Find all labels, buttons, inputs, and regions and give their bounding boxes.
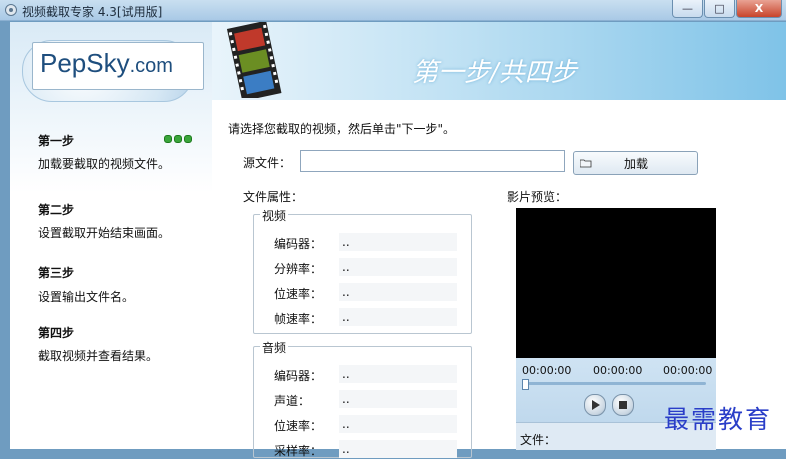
preview-label: 影片预览： bbox=[507, 190, 568, 204]
time-current: 00:00:00 bbox=[593, 364, 643, 377]
instruction-text: 请选择您截取的视频，然后单击"下一步"。 bbox=[228, 122, 456, 136]
app-icon bbox=[5, 4, 17, 16]
video-bitrate-label: 位速率： bbox=[274, 287, 323, 301]
step-2-desc: 设置截取开始结束画面。 bbox=[38, 226, 171, 240]
step-2-title: 第二步 bbox=[38, 203, 75, 217]
logo-text: PepSky.com bbox=[40, 48, 173, 78]
video-group-title: 视频 bbox=[260, 207, 289, 224]
audio-bitrate-value: .. bbox=[339, 415, 457, 433]
load-button[interactable]: 加载 bbox=[573, 151, 698, 175]
main-panel: 请选择您截取的视频，然后单击"下一步"。 源文件： 加载 文件属性： 视频 编码… bbox=[212, 100, 786, 458]
stop-icon bbox=[619, 401, 627, 409]
video-preview bbox=[516, 208, 716, 358]
step-progress-title: 第一步/共四步 bbox=[412, 58, 577, 88]
time-end: 00:00:00 bbox=[663, 364, 713, 377]
stop-button[interactable] bbox=[612, 394, 634, 416]
source-file-label: 源文件： bbox=[243, 156, 292, 170]
audio-bitrate-label: 位速率： bbox=[274, 419, 323, 433]
source-file-input[interactable] bbox=[300, 150, 565, 172]
active-step-indicator bbox=[164, 135, 192, 143]
seek-bar[interactable] bbox=[522, 379, 706, 390]
audio-samplerate-value: .. bbox=[339, 440, 457, 458]
watermark: 最需教育 bbox=[664, 405, 773, 434]
step-4-desc: 截取视频并查看结果。 bbox=[38, 349, 159, 363]
sidebar: PepSky.com 第一步 加载要截取的视频文件。 第二步 设置截取开始结束画… bbox=[10, 22, 213, 449]
close-button[interactable]: X bbox=[736, 0, 782, 18]
audio-channels-value: .. bbox=[339, 390, 457, 408]
video-group: 视频 编码器： .. 分辨率： .. 位速率： .. 帧速率： .. bbox=[253, 207, 472, 334]
client-area: PepSky.com 第一步 加载要截取的视频文件。 第二步 设置截取开始结束画… bbox=[10, 22, 786, 458]
audio-group-title: 音频 bbox=[260, 339, 289, 356]
audio-channels-label: 声道： bbox=[274, 394, 311, 408]
step-1-title: 第一步 bbox=[38, 134, 75, 148]
minimize-button[interactable]: — bbox=[672, 0, 703, 18]
audio-codec-label: 编码器： bbox=[274, 369, 323, 383]
filmstrip-icon bbox=[226, 22, 282, 98]
play-icon bbox=[591, 400, 600, 410]
wizard-header: 第一步/共四步 bbox=[212, 22, 786, 100]
seek-thumb[interactable] bbox=[522, 379, 529, 390]
step-4-title: 第四步 bbox=[38, 326, 75, 340]
video-bitrate-value: .. bbox=[339, 283, 457, 301]
audio-group: 音频 编码器： .. 声道： .. 位速率： .. 采样率： .. bbox=[253, 339, 472, 458]
load-button-label: 加载 bbox=[624, 156, 649, 171]
video-framerate-value: .. bbox=[339, 308, 457, 326]
window-title: 视频截取专家 4.3[试用版] bbox=[22, 5, 163, 19]
video-codec-label: 编码器： bbox=[274, 237, 323, 251]
video-framerate-label: 帧速率： bbox=[274, 312, 323, 326]
play-button[interactable] bbox=[584, 394, 606, 416]
app-window: 视频截取专家 4.3[试用版] — □ X PepSky.com 第一步 加载要… bbox=[0, 0, 786, 458]
step-3-desc: 设置输出文件名。 bbox=[38, 290, 135, 304]
step-3-title: 第三步 bbox=[38, 266, 75, 280]
window-controls: — □ X bbox=[672, 0, 782, 18]
folder-icon bbox=[580, 159, 592, 167]
title-bar[interactable]: 视频截取专家 4.3[试用版] — □ X bbox=[0, 0, 786, 21]
file-properties-label: 文件属性： bbox=[243, 190, 304, 204]
video-resolution-label: 分辨率： bbox=[274, 262, 323, 276]
audio-codec-value: .. bbox=[339, 365, 457, 383]
video-resolution-value: .. bbox=[339, 258, 457, 276]
time-start: 00:00:00 bbox=[522, 364, 572, 377]
audio-samplerate-label: 采样率： bbox=[274, 444, 323, 458]
step-1-desc: 加载要截取的视频文件。 bbox=[38, 157, 171, 171]
maximize-button[interactable]: □ bbox=[704, 0, 735, 18]
video-codec-value: .. bbox=[339, 233, 457, 251]
preview-file-label: 文件： bbox=[520, 433, 557, 447]
